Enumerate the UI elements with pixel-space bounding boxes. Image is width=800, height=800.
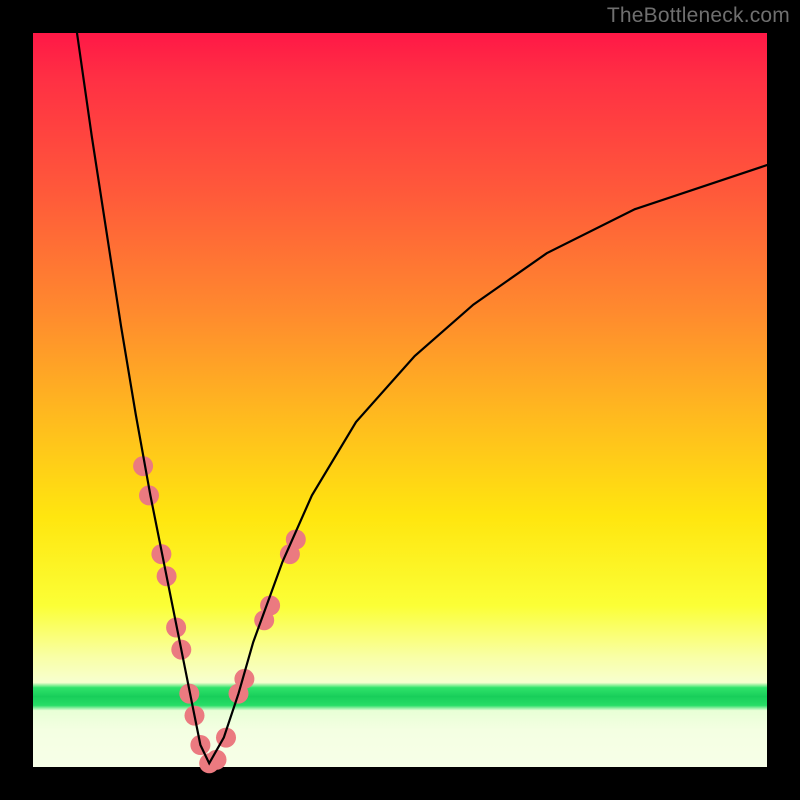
watermark-text: TheBottleneck.com bbox=[607, 4, 790, 28]
marker-dot bbox=[207, 750, 227, 770]
curve-layer bbox=[33, 33, 767, 767]
plot-area bbox=[33, 33, 767, 767]
chart-frame: TheBottleneck.com bbox=[0, 0, 800, 800]
highlight-markers bbox=[133, 456, 306, 773]
